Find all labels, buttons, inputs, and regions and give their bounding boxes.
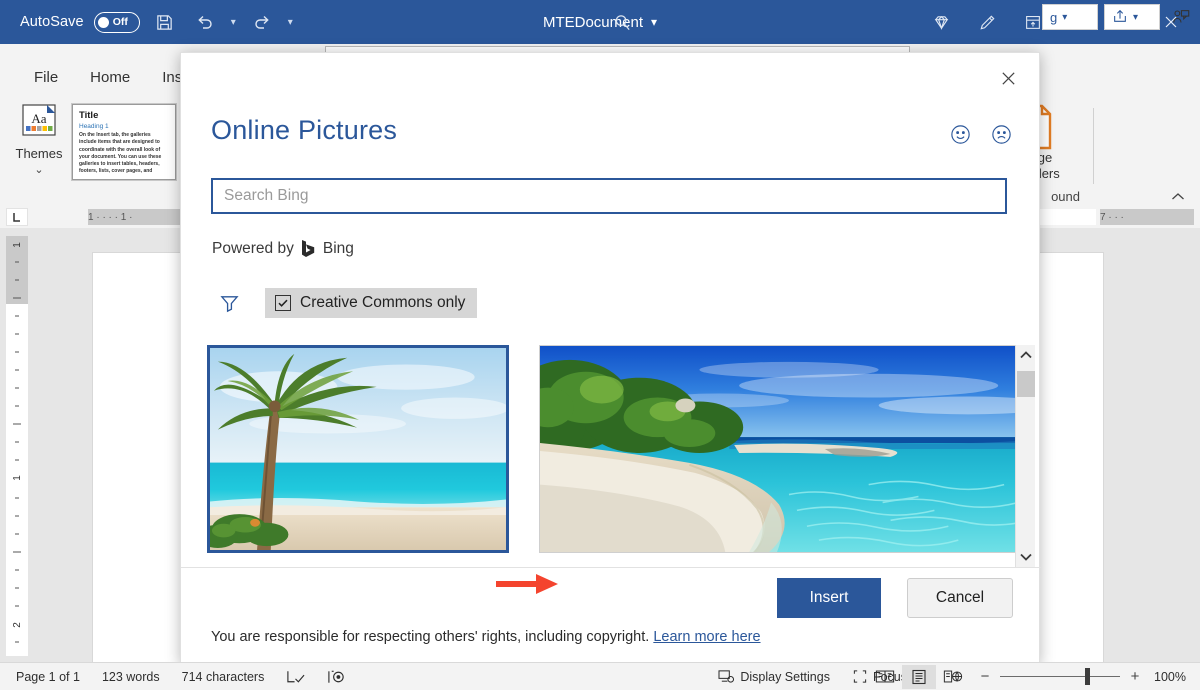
image-result-tropical-lagoon-beach[interactable]	[539, 345, 1035, 553]
tab-stop-selector-icon[interactable]	[6, 208, 28, 226]
creative-commons-label: Creative Commons only	[300, 294, 465, 312]
tab-home[interactable]: Home	[74, 65, 146, 90]
svg-text:Aa: Aa	[31, 111, 46, 126]
word-application-window: AutoSave Off ▾ ▾	[0, 0, 1200, 690]
web-layout-icon[interactable]	[936, 665, 970, 689]
vertical-ruler[interactable]: 1 1 2	[6, 236, 28, 656]
title-bar: AutoSave Off ▾ ▾	[0, 0, 1200, 44]
save-icon[interactable]	[150, 7, 180, 37]
document-title-chevron-down-icon[interactable]: ▾	[651, 15, 657, 29]
share-chevron-down-icon[interactable]: ▾	[1133, 12, 1138, 23]
powered-by-bing: Powered by Bing	[212, 239, 354, 258]
results-divider	[181, 567, 1041, 568]
ruler-right-segment: 7 · · ·	[1100, 209, 1194, 225]
ribbon-tabs: File Home Inse	[0, 60, 207, 94]
dialog-footer: You are responsible for respecting other…	[211, 629, 761, 645]
bing-logo-icon	[301, 239, 316, 258]
autosave-state-label: Off	[113, 16, 128, 28]
svg-text:1: 1	[12, 242, 23, 248]
scrollbar-thumb[interactable]	[1017, 371, 1035, 397]
word-count[interactable]: 123 words	[91, 670, 171, 684]
footer-text: You are responsible for respecting other…	[211, 629, 653, 645]
scroll-up-chevron-up-icon[interactable]	[1016, 345, 1036, 365]
draw-pen-icon[interactable]	[964, 0, 1010, 44]
tab-file[interactable]: File	[18, 65, 74, 90]
image-result-palm-tree-beach[interactable]	[207, 345, 509, 553]
redo-icon[interactable]	[247, 7, 277, 37]
character-count[interactable]: 714 characters	[171, 670, 276, 684]
customize-quick-access-toolbar-icon[interactable]: ▾	[287, 17, 294, 28]
background-group-label: ound	[1051, 189, 1080, 204]
editing-mode-label: g	[1050, 10, 1057, 25]
page-count[interactable]: Page 1 of 1	[0, 670, 91, 684]
editing-mode-button[interactable]: g ▾	[1042, 4, 1098, 30]
undo-icon[interactable]	[190, 7, 220, 37]
zoom-controls: − + 100%	[978, 668, 1190, 685]
accessibility-checker-icon[interactable]	[316, 669, 357, 685]
share-button[interactable]: ▾	[1104, 4, 1160, 30]
zoom-slider[interactable]	[1000, 676, 1120, 677]
zoom-in-button[interactable]: +	[1128, 668, 1142, 685]
results-vertical-scrollbar[interactable]	[1015, 345, 1035, 567]
zoom-slider-thumb[interactable]	[1085, 668, 1090, 685]
themes-label: Themes	[8, 146, 70, 161]
dialog-action-buttons: Insert Cancel	[777, 578, 1013, 618]
display-settings-button[interactable]: Display Settings	[707, 669, 841, 684]
status-bar: Page 1 of 1 123 words 714 characters Dis…	[0, 662, 1200, 690]
scroll-down-chevron-down-icon[interactable]	[1016, 547, 1036, 567]
search-icon[interactable]	[608, 8, 636, 36]
themes-icon: Aa	[16, 104, 62, 144]
autosave-label: AutoSave	[20, 14, 84, 30]
editing-mode-chevron-down-icon[interactable]: ▾	[1062, 12, 1067, 23]
svg-text:2: 2	[12, 622, 23, 628]
learn-more-link[interactable]: Learn more here	[653, 629, 760, 645]
style-card-body: On the Insert tab, the galleries include…	[79, 132, 169, 176]
autosave-toggle-knob	[98, 17, 109, 28]
undo-dropdown-chevron-down-icon[interactable]: ▾	[230, 17, 237, 28]
creative-commons-checkbox[interactable]	[275, 295, 291, 311]
insert-button[interactable]: Insert	[777, 578, 881, 618]
themes-chevron-down-icon[interactable]: ⌄	[8, 163, 70, 176]
ribbon-group-divider	[1093, 108, 1094, 184]
quick-access-toolbar: AutoSave Off ▾ ▾	[0, 7, 294, 37]
display-settings-label: Display Settings	[740, 670, 830, 684]
collapse-ribbon-chevron-up-icon[interactable]	[1170, 191, 1186, 206]
proofing-errors-icon[interactable]	[275, 669, 316, 685]
dialog-title: Online Pictures	[211, 115, 397, 146]
comments-icon[interactable]	[1166, 4, 1196, 30]
autosave-toggle[interactable]: Off	[94, 12, 140, 33]
style-card-heading: Heading 1	[79, 123, 169, 130]
sad-face-icon[interactable]	[990, 123, 1013, 151]
themes-group[interactable]: Aa Themes ⌄	[8, 100, 70, 176]
cancel-button[interactable]: Cancel	[907, 578, 1013, 618]
zoom-out-button[interactable]: −	[978, 668, 992, 685]
powered-by-label: Powered by	[212, 240, 294, 258]
print-layout-icon[interactable]	[902, 665, 936, 689]
microsoft-365-diamond-icon[interactable]	[918, 0, 964, 44]
bing-label: Bing	[323, 240, 354, 258]
style-card-title: Title	[79, 110, 169, 121]
read-mode-icon[interactable]	[868, 665, 902, 689]
status-bar-right: − + 100%	[868, 665, 1190, 689]
search-input[interactable]	[211, 178, 1007, 214]
zoom-level-label[interactable]: 100%	[1150, 670, 1190, 684]
close-icon[interactable]	[991, 61, 1025, 95]
filter-row: Creative Commons only	[211, 288, 477, 318]
share-icon	[1112, 8, 1128, 27]
ribbon-top-right-controls: g ▾ ▾	[1042, 4, 1196, 30]
online-pictures-dialog: Online Pictures Powered by	[180, 52, 1040, 664]
happy-face-icon[interactable]	[949, 123, 972, 151]
style-card[interactable]: Title Heading 1 On the Insert tab, the g…	[72, 104, 176, 180]
image-results-grid	[207, 345, 1015, 567]
funnel-filter-icon[interactable]	[211, 288, 247, 318]
creative-commons-only-filter[interactable]: Creative Commons only	[265, 288, 477, 318]
svg-text:1: 1	[12, 475, 23, 481]
feedback-buttons	[949, 123, 1013, 151]
